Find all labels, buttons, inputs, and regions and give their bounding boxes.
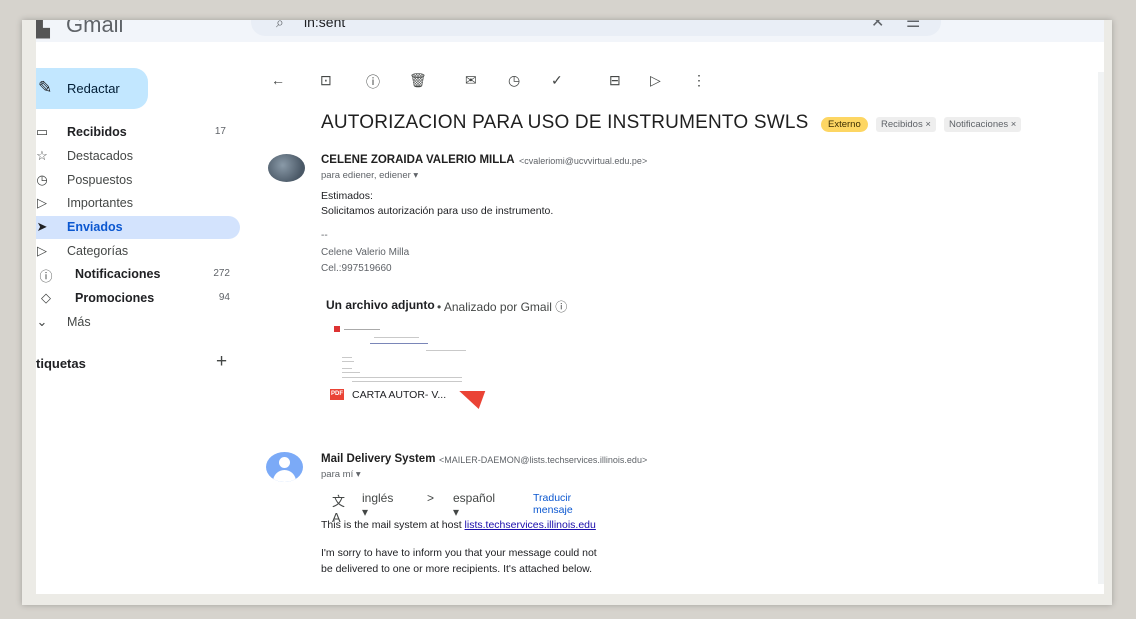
- top-bar: ▙ Gmail ⌕ in:sent ✕ ☰: [36, 20, 1104, 42]
- more-options-icon[interactable]: ⋮: [692, 72, 706, 89]
- move-to-icon[interactable]: ⊟: [609, 72, 621, 89]
- target-language-dropdown[interactable]: español ▾: [453, 491, 495, 519]
- sender-email: <MAILER-DAEMON@lists.techservices.illino…: [439, 455, 648, 465]
- bounce-line-3: be delivered to one or more recipients. …: [321, 563, 593, 575]
- sidebar-item-label: Recibidos: [67, 125, 127, 139]
- attachment-name: CARTA AUTOR- V...: [352, 389, 447, 401]
- sidebar-item-importantes[interactable]: ▷ Importantes: [36, 192, 240, 215]
- unread-count: 272: [213, 268, 230, 279]
- sidebar-item-label: Destacados: [67, 149, 134, 163]
- labels-heading: tiquetas: [36, 356, 86, 371]
- message-greeting: Estimados:: [321, 190, 373, 202]
- sidebar-item-notificaciones[interactable]: ⓘ Notificaciones 272: [36, 263, 240, 286]
- chevron-down-icon: ⌄: [36, 314, 48, 329]
- important-icon: ▷: [37, 195, 47, 210]
- label-chip-recibidos[interactable]: Recibidos ×: [876, 117, 936, 132]
- label-tag-icon[interactable]: ▷: [650, 72, 661, 89]
- sidebar-item-categorias[interactable]: ▷ Categorías: [36, 240, 240, 263]
- signature-phone: Cel.:997519660: [321, 263, 392, 274]
- search-bar[interactable]: [251, 20, 941, 36]
- default-avatar[interactable]: [266, 452, 303, 482]
- delete-icon[interactable]: 🗑: [409, 72, 427, 89]
- sender-name: Mail Delivery System: [321, 453, 436, 465]
- sidebar-item-label: Más: [67, 315, 91, 329]
- recipients-dropdown[interactable]: para ediener, ediener ▾: [321, 170, 418, 181]
- sidebar-item-mas[interactable]: ⌄ Más: [36, 311, 240, 334]
- bounce-line-2: I'm sorry to have to inform you that you…: [321, 547, 597, 559]
- star-icon: ☆: [36, 148, 48, 163]
- pdf-icon: PDF: [330, 389, 344, 400]
- clock-icon: ◷: [36, 172, 48, 187]
- sidebar-item-destacados[interactable]: ☆ Destacados: [36, 145, 240, 168]
- recipients-dropdown[interactable]: para mí ▾: [321, 469, 361, 480]
- external-chip: Externo: [821, 117, 868, 132]
- source-language-dropdown[interactable]: inglés ▾: [362, 491, 393, 519]
- send-icon: ➤: [36, 219, 48, 234]
- signature-separator: --: [321, 230, 328, 241]
- unread-count: 17: [214, 126, 226, 137]
- snooze-icon[interactable]: ◷: [508, 72, 520, 89]
- sidebar-item-enviados[interactable]: ➤ Enviados: [36, 216, 240, 239]
- bounce-line-1-text: This is the mail system at host: [321, 519, 465, 531]
- sidebar-item-label: Promociones: [75, 291, 155, 305]
- label-chip-notificaciones[interactable]: Notificaciones ×: [944, 117, 1022, 132]
- info-icon: ⓘ: [39, 269, 53, 284]
- sender-email: <cvaleriomi@ucvvirtual.edu.pe>: [519, 156, 648, 166]
- compose-button[interactable]: ✎ Redactar: [36, 68, 148, 109]
- signature-name: Celene Valerio Milla: [321, 247, 410, 258]
- host-link[interactable]: lists.techservices.illinois.edu: [465, 519, 596, 531]
- archive-icon[interactable]: ⊡: [320, 72, 332, 89]
- clear-search-icon[interactable]: ✕: [871, 20, 884, 32]
- document-logo: [334, 326, 340, 332]
- gmail-window: ✎ Redactar ▭ Recibidos 17 ☆ Destacados ◷…: [36, 42, 1104, 594]
- search-input[interactable]: in:sent: [304, 20, 345, 30]
- add-task-icon[interactable]: ✓: [551, 72, 563, 89]
- sender-name: CELENE ZORAIDA VALERIO MILLA: [321, 154, 515, 166]
- avatar-head: [279, 457, 290, 468]
- avatar-body: [273, 470, 296, 482]
- sidebar-item-label: Enviados: [67, 220, 123, 234]
- sidebar-item-pospuestos[interactable]: ◷ Pospuestos: [36, 169, 240, 192]
- pencil-icon: ✎: [38, 78, 53, 97]
- message-body: Solicitamos autorización para uso de ins…: [321, 205, 554, 217]
- sidebar-item-label: Pospuestos: [67, 173, 133, 187]
- bounce-line-1: This is the mail system at host lists.te…: [321, 519, 596, 531]
- sender-avatar[interactable]: [268, 154, 305, 182]
- back-arrow-icon[interactable]: ←: [271, 72, 285, 88]
- sidebar-item-label: Importantes: [67, 196, 134, 210]
- sidebar-item-label: Notificaciones: [75, 267, 161, 281]
- inbox-icon: ▭: [36, 124, 49, 139]
- search-icon[interactable]: ⌕: [276, 20, 284, 31]
- sidebar-item-label: Categorías: [67, 244, 129, 258]
- report-spam-icon[interactable]: ⓘ: [366, 72, 380, 92]
- translate-arrow-icon: >: [427, 491, 435, 505]
- app-logo-text: Gmail: [66, 20, 124, 37]
- email-subject: AUTORIZACION PARA USO DE INSTRUMENTO SWL…: [321, 112, 809, 133]
- compose-label: Redactar: [67, 81, 120, 96]
- search-options-icon[interactable]: ☰: [906, 20, 920, 32]
- attachment-chip[interactable]: PDF CARTA AUTOR- V...: [328, 385, 494, 409]
- sidebar-item-recibidos[interactable]: ▭ Recibidos 17: [36, 121, 240, 144]
- translate-message-link[interactable]: Traducir mensaje: [533, 492, 573, 516]
- gmail-logo-icon: ▙: [36, 20, 50, 38]
- attachment-heading: Un archivo adjunto: [326, 298, 435, 312]
- unread-count: 94: [218, 292, 230, 303]
- mark-unread-icon[interactable]: ✉: [465, 72, 477, 89]
- sidebar-item-promociones[interactable]: ◇ Promociones 94: [36, 287, 240, 310]
- label-icon: ▷: [37, 243, 47, 258]
- tag-icon: ◇: [41, 290, 51, 305]
- side-panel-strip: [1098, 72, 1104, 584]
- add-label-button[interactable]: +: [216, 351, 227, 373]
- attachment-scan-note: • Analizado por Gmail ⓘ: [437, 300, 568, 314]
